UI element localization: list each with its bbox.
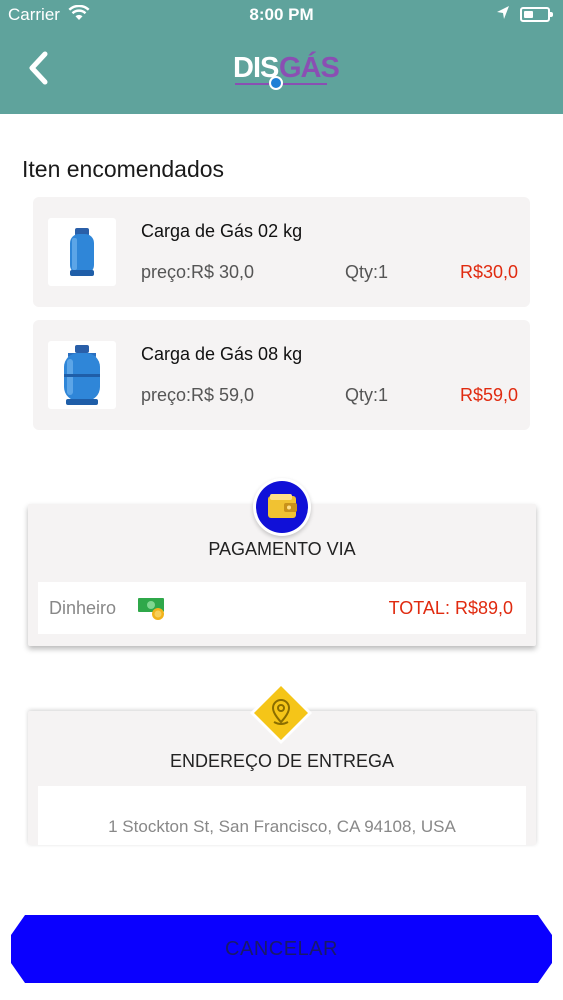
cash-icon <box>137 596 167 627</box>
gas-cylinder-icon <box>48 218 116 286</box>
payment-heading: PAGAMENTO VIA <box>208 539 356 559</box>
location-pin-icon <box>248 680 314 746</box>
flame-icon <box>269 76 283 90</box>
item-quantity: Qty:1 <box>345 385 389 405</box>
item-name: Carga de Gás 08 kg <box>141 344 303 364</box>
delivery-heading: ENDEREÇO DE ENTREGA <box>169 751 395 771</box>
back-button[interactable] <box>22 48 58 94</box>
battery-icon <box>520 7 553 22</box>
item-name: Carga de Gás 02 kg <box>141 221 303 241</box>
item-unit-price: preço:R$ 59,0 <box>141 385 255 405</box>
item-quantity: Qty:1 <box>345 262 389 282</box>
item-unit-price: preço:R$ 30,0 <box>141 262 255 282</box>
order-item-card: Carga de Gás 02 kg preço:R$ 30,0 Qty:1 R… <box>33 197 530 307</box>
item-total: R$30,0 <box>459 262 518 282</box>
gas-cylinder-icon <box>48 341 116 409</box>
app-header: Carrier 8:00 PM DIS GÁS <box>0 0 563 114</box>
payment-total: TOTAL: R$89,0 <box>388 598 513 618</box>
status-bar: Carrier 8:00 PM <box>0 0 563 30</box>
cancel-button[interactable]: CANCELAR <box>11 915 552 983</box>
logo-text-gas: GÁS <box>279 52 340 84</box>
payment-method-label: Dinheiro <box>49 598 117 618</box>
wallet-icon <box>253 478 311 536</box>
clock: 8:00 PM <box>249 5 314 24</box>
delivery-address: 1 Stockton St, San Francisco, CA 94108, … <box>108 817 456 836</box>
delivery-address-row[interactable]: 1 Stockton St, San Francisco, CA 94108, … <box>38 786 526 845</box>
ordered-items-title: Iten encomendados <box>22 156 225 182</box>
chevron-left-icon <box>29 51 48 85</box>
payment-method-row[interactable]: Dinheiro TOTAL: R$89,0 <box>38 582 526 634</box>
location-arrow-icon <box>496 5 510 26</box>
app-logo: DIS GÁS <box>233 52 340 92</box>
cancel-button-label: CANCELAR <box>225 938 338 960</box>
order-item-card: Carga de Gás 08 kg preço:R$ 59,0 Qty:1 R… <box>33 320 530 430</box>
item-total: R$59,0 <box>459 385 518 405</box>
